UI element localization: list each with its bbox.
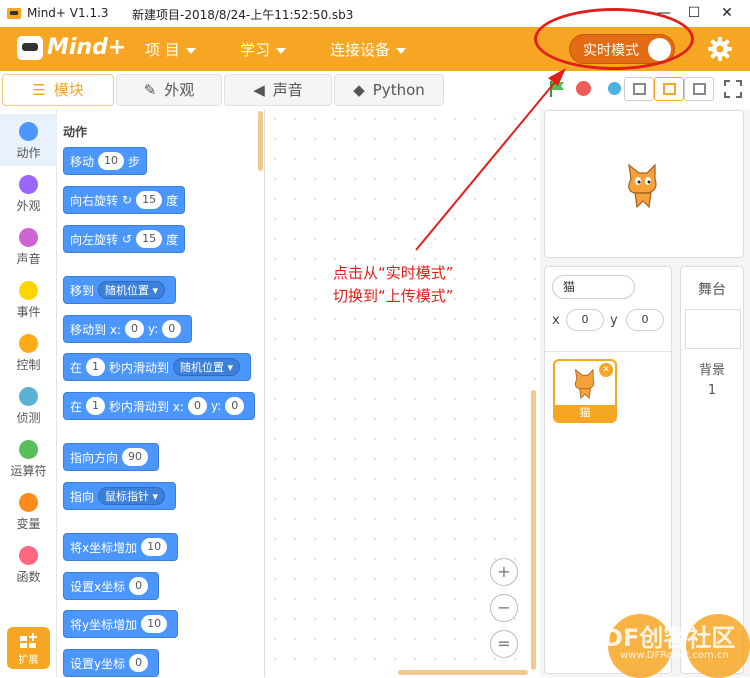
annotation-line-2: 切换到“上传模式” bbox=[333, 287, 454, 305]
annotation-line-1: 点击从“实时模式” bbox=[333, 264, 454, 282]
annotation-text: 点击从“实时模式” 切换到“上传模式” bbox=[333, 262, 454, 308]
annotation-arrow bbox=[415, 68, 566, 251]
